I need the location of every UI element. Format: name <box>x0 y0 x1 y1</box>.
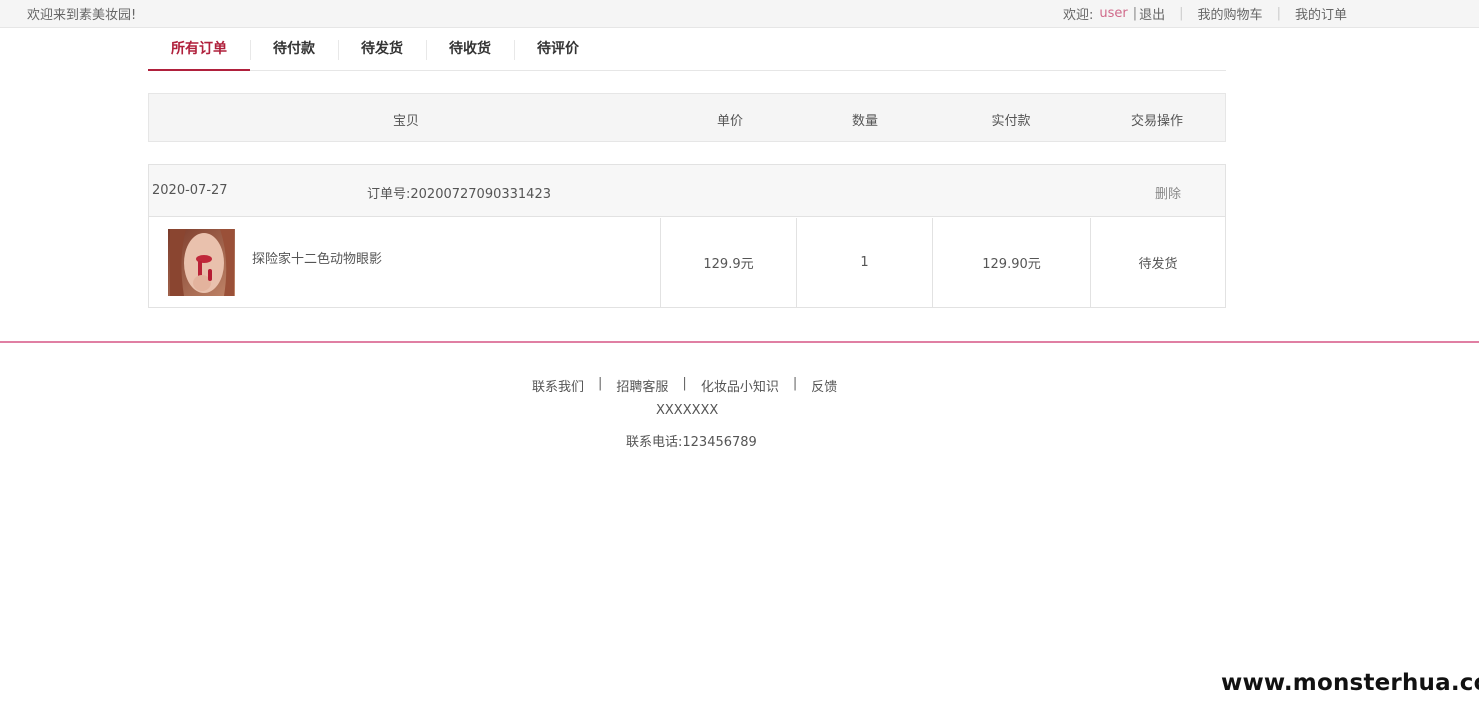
product-thumbnail[interactable] <box>168 229 235 296</box>
order-status[interactable]: 待发货 <box>1090 218 1225 307</box>
tab-pending-review[interactable]: 待评价 <box>514 30 602 71</box>
footer-separator: | <box>792 376 798 391</box>
order-card: 2020-07-27 订单号:20200727090331423 删除 探险家十… <box>148 164 1226 308</box>
product-image-icon <box>168 229 235 296</box>
tab-pending-payment[interactable]: 待付款 <box>250 30 338 71</box>
divider: | <box>1179 6 1184 21</box>
separator: | <box>1132 6 1138 21</box>
column-item: 宝贝 <box>392 114 420 129</box>
column-paid: 实付款 <box>991 114 1031 129</box>
tab-all-orders[interactable]: 所有订单 <box>148 30 250 71</box>
column-unit-price: 单价 <box>716 114 744 129</box>
paid-cell: 129.90元 <box>932 218 1090 307</box>
column-quantity: 数量 <box>851 114 879 129</box>
greeting-label: 欢迎: <box>1063 8 1094 23</box>
column-action: 交易操作 <box>1130 114 1184 129</box>
tab-pending-receipt[interactable]: 待收货 <box>426 30 514 71</box>
footer-separator: | <box>598 376 603 391</box>
quantity-cell: 1 <box>796 218 932 307</box>
footer-link-contact[interactable]: 联系我们 <box>532 376 584 395</box>
footer-link-recruit[interactable]: 招聘客服 <box>616 376 668 395</box>
divider: | <box>1276 6 1281 21</box>
product-name-link[interactable]: 探险家十二色动物眼影 <box>252 248 382 267</box>
footer-divider <box>0 341 1479 343</box>
footer-company: XXXXXXX <box>656 403 719 418</box>
order-item-row: 探险家十二色动物眼影 129.9元 1 129.90元 待发货 <box>149 218 1225 308</box>
top-bar: 欢迎来到素美妆园! 欢迎: user | 退出 | 我的购物车 | 我的订单 <box>0 0 1479 28</box>
footer-link-feedback[interactable]: 反馈 <box>811 376 837 395</box>
footer-phone: 联系电话:123456789 <box>626 435 757 450</box>
product-cell: 探险家十二色动物眼影 <box>149 218 660 308</box>
logout-link[interactable]: 退出 <box>1139 4 1165 23</box>
order-table-header: 宝贝 单价 数量 实付款 交易操作 <box>148 93 1226 142</box>
order-header: 2020-07-27 订单号:20200727090331423 删除 <box>149 165 1225 217</box>
my-orders-link[interactable]: 我的订单 <box>1295 4 1347 23</box>
my-cart-link[interactable]: 我的购物车 <box>1198 4 1263 23</box>
delete-order-button[interactable]: 删除 <box>1155 183 1181 202</box>
footer-link-cosmetics-tips[interactable]: 化妆品小知识 <box>701 376 779 395</box>
tab-pending-shipment[interactable]: 待发货 <box>338 30 426 71</box>
order-status-tabs: 所有订单 待付款 待发货 待收货 待评价 <box>148 30 1226 71</box>
top-bar-user-menu: 欢迎: user | 退出 | 我的购物车 | 我的订单 <box>1063 4 1347 23</box>
welcome-text: 欢迎来到素美妆园! <box>27 8 137 23</box>
footer-separator: | <box>682 376 687 391</box>
unit-price-cell: 129.9元 <box>660 218 796 307</box>
watermark: www.monsterhua.com <box>1221 670 1479 696</box>
order-date: 2020-07-27 <box>152 183 228 198</box>
username-link[interactable]: user <box>1099 6 1127 21</box>
order-number: 订单号:20200727090331423 <box>367 187 551 202</box>
